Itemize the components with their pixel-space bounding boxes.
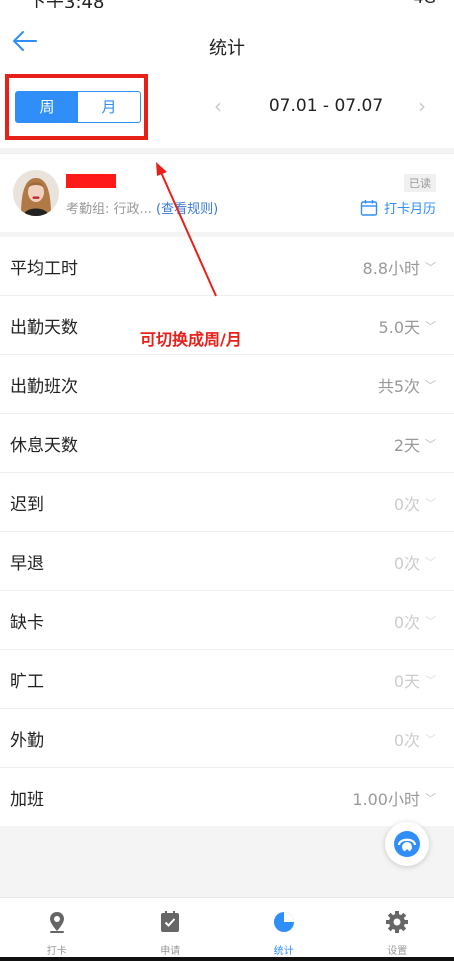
stat-value: 8.8小时 [362,259,420,278]
stat-row-field-work[interactable]: 外勤 0次 ﹀ [0,709,454,768]
status-bar: 下午3:48 4G [0,0,454,8]
stat-label: 旷工 [10,672,44,692]
bottom-tab-bar: 打卡 申请 统计 设置 [0,897,454,958]
date-range: 07.01 - 07.07 [268,96,384,116]
chevron-down-icon: ﹀ [425,674,436,687]
chevron-down-icon: ﹀ [425,792,436,805]
chevron-down-icon: ﹀ [425,261,436,274]
stat-value: 0天 [393,672,420,691]
chevron-down-icon: ﹀ [425,615,436,628]
pie-chart-icon [273,912,294,932]
punch-calendar-link[interactable]: 打卡月历 [360,198,436,217]
status-signal: 4G [413,0,436,7]
nav-bar: 统计 [0,8,454,78]
tab-label: 打卡 [46,946,67,957]
stat-label: 外勤 [10,731,44,751]
tab-label: 申请 [160,946,181,957]
stat-value: 5.0天 [378,318,420,337]
prev-period-chevron-icon[interactable]: ‹ [214,94,222,118]
stat-row-early-leave[interactable]: 早退 0次 ﹀ [0,532,454,591]
stat-row-absent[interactable]: 旷工 0天 ﹀ [0,650,454,709]
stat-label: 加班 [10,790,44,810]
location-pin-icon [49,912,64,933]
attendance-group-label: 考勤组: 行政... [66,202,157,217]
tab-label: 统计 [273,946,294,957]
stat-value: 0次 [393,495,420,514]
stat-label: 早退 [10,554,44,574]
stat-label: 出勤天数 [10,318,78,338]
page-title: 统计 [209,38,245,59]
gear-icon [386,911,409,933]
chevron-down-icon: ﹀ [425,320,436,333]
stat-value: 共5次 [377,377,420,396]
stat-label: 出勤班次 [10,377,78,397]
name-redacted [66,174,116,188]
stat-row-rest-days[interactable]: 休息天数 2天 ﹀ [0,414,454,473]
stat-value: 0次 [393,731,420,750]
attendance-group: 考勤组: 行政... (查看规则) [66,198,218,217]
chevron-down-icon: ﹀ [425,379,436,392]
annotation-highlight-box [5,74,148,140]
calendar-icon [360,199,378,216]
stat-row-avg-hours[interactable]: 平均工时 8.8小时 ﹀ [0,237,454,296]
tab-punch[interactable]: 打卡 [0,898,114,958]
tab-apply[interactable]: 申请 [114,898,228,958]
profile-card: 考勤组: 行政... (查看规则) 已读 打卡月历 [0,153,454,232]
stat-row-overtime[interactable]: 加班 1.00小时 ﹀ [0,768,454,826]
stat-value: 0次 [393,613,420,632]
calendar-link-label: 打卡月历 [383,202,436,217]
headset-icon [394,831,420,857]
view-rules-link[interactable]: (查看规则) [156,202,218,217]
clipboard-check-icon [161,911,180,932]
bottom-edge [0,957,454,961]
next-period-chevron-icon[interactable]: › [418,94,426,118]
stat-row-shifts[interactable]: 出勤班次 共5次 ﹀ [0,355,454,414]
tab-settings[interactable]: 设置 [341,898,454,958]
chevron-down-icon: ﹀ [425,556,436,569]
stat-value: 1.00小时 [352,790,420,809]
customer-service-button[interactable] [385,822,429,866]
stat-label: 平均工时 [10,259,78,279]
stat-row-missing-punch[interactable]: 缺卡 0次 ﹀ [0,591,454,650]
stat-label: 迟到 [10,495,44,515]
chevron-down-icon: ﹀ [425,438,436,451]
tab-statistics[interactable]: 统计 [227,898,341,958]
chevron-down-icon: ﹀ [425,497,436,510]
annotation-text: 可切换成周/月 [140,330,242,349]
stat-row-late[interactable]: 迟到 0次 ﹀ [0,473,454,532]
stat-label: 缺卡 [10,613,44,633]
tab-label: 设置 [387,946,408,957]
stat-label: 休息天数 [10,436,78,456]
stat-value: 0次 [393,554,420,573]
read-badge: 已读 [404,174,436,192]
chevron-down-icon: ﹀ [425,733,436,746]
status-time: 下午3:48 [28,0,104,8]
stat-value: 2天 [393,436,420,455]
avatar[interactable] [13,170,59,216]
